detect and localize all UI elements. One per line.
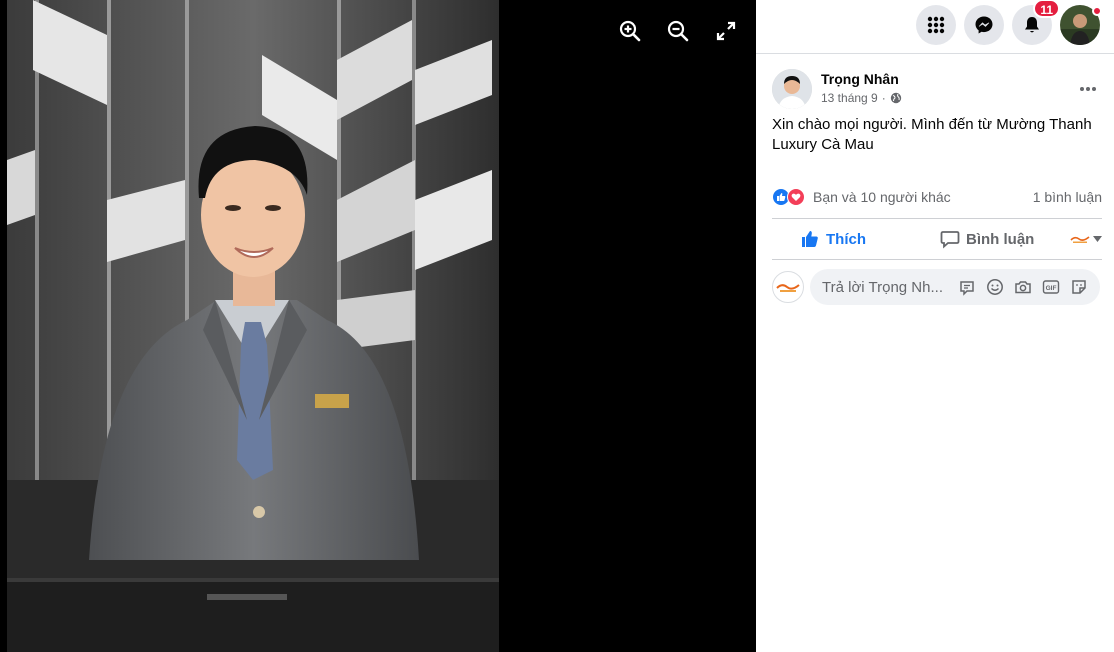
photo-viewer <box>0 0 756 652</box>
notification-count-badge: 11 <box>1033 0 1060 18</box>
love-reaction-icon[interactable] <box>787 188 805 206</box>
sticker-icon <box>1072 280 1086 294</box>
notifications-button[interactable]: 11 <box>1012 0 1060 45</box>
reply-composer: GIF <box>772 269 1102 305</box>
post-header: Trọng Nhân 13 tháng 9 · <box>772 69 1102 111</box>
comment-as-switcher[interactable] <box>1070 233 1102 245</box>
page-logo-icon <box>1070 233 1090 245</box>
fullscreen-icon <box>716 21 736 41</box>
comment-label: Bình luận <box>966 230 1035 248</box>
svg-text:GIF: GIF <box>1046 285 1057 292</box>
photo-illustration <box>7 0 499 652</box>
like-button[interactable]: Thích <box>800 229 866 249</box>
messenger-icon <box>975 16 993 34</box>
post-meta: 13 tháng 9 · <box>821 91 902 105</box>
reactions-summary: Bạn và 10 người khác 1 bình luận <box>772 186 1102 208</box>
like-label: Thích <box>826 230 866 248</box>
reply-page-avatar[interactable] <box>772 271 804 303</box>
camera-icon <box>1015 281 1031 294</box>
bell-icon <box>1025 17 1039 33</box>
globe-icon <box>890 92 901 104</box>
messenger-button[interactable] <box>964 5 1004 45</box>
top-bar: 11 <box>756 0 1114 54</box>
zoom-out-button[interactable] <box>661 14 695 48</box>
emoji-button[interactable] <box>984 276 1006 298</box>
more-dots-icon <box>1080 87 1096 91</box>
reply-input-box: GIF <box>810 269 1100 305</box>
sticker-comment-icon <box>960 281 974 296</box>
post-text: Xin chào mọi người. Mình đến từ Mường Th… <box>772 116 1092 153</box>
author-avatar[interactable] <box>772 69 812 109</box>
heart-glyph <box>791 193 801 201</box>
account-status-dot <box>1092 6 1102 16</box>
menu-button[interactable] <box>916 5 956 45</box>
post-side-panel: 11 Trọng Nhân 13 tháng 9 · Xin chào mọi … <box>756 0 1114 652</box>
comment-button[interactable]: Bình luận <box>940 229 1034 249</box>
meta-separator: · <box>881 91 886 105</box>
zoom-out-icon <box>667 20 689 42</box>
post-action-bar: Thích Bình luận <box>772 218 1102 260</box>
grid-menu-icon <box>927 16 945 34</box>
photo-attach-button[interactable] <box>1012 276 1034 298</box>
comments-count[interactable]: 1 bình luận <box>1033 189 1102 205</box>
comment-bubble-icon <box>940 231 960 249</box>
emoji-icon <box>987 279 1003 295</box>
reply-input[interactable] <box>822 278 950 296</box>
page-logo-icon <box>776 284 800 292</box>
author-name[interactable]: Trọng Nhân <box>821 71 899 87</box>
reactions-text[interactable]: Bạn và 10 người khác <box>813 189 951 205</box>
zoom-in-icon <box>619 20 641 42</box>
thumbs-up-icon <box>802 231 818 247</box>
gif-icon: GIF <box>1042 280 1060 294</box>
thumbs-up-glyph <box>777 193 786 201</box>
sticker-comment-button[interactable] <box>956 276 978 298</box>
post-options-button[interactable] <box>1074 75 1102 103</box>
fullscreen-button[interactable] <box>709 14 743 48</box>
author-avatar-image <box>772 69 812 109</box>
zoom-in-button[interactable] <box>613 14 647 48</box>
chevron-down-icon <box>1093 236 1102 242</box>
sticker-button[interactable] <box>1068 276 1090 298</box>
gif-button[interactable]: GIF <box>1040 276 1062 298</box>
post-date[interactable]: 13 tháng 9 <box>821 91 878 105</box>
post-photo[interactable] <box>7 0 499 652</box>
